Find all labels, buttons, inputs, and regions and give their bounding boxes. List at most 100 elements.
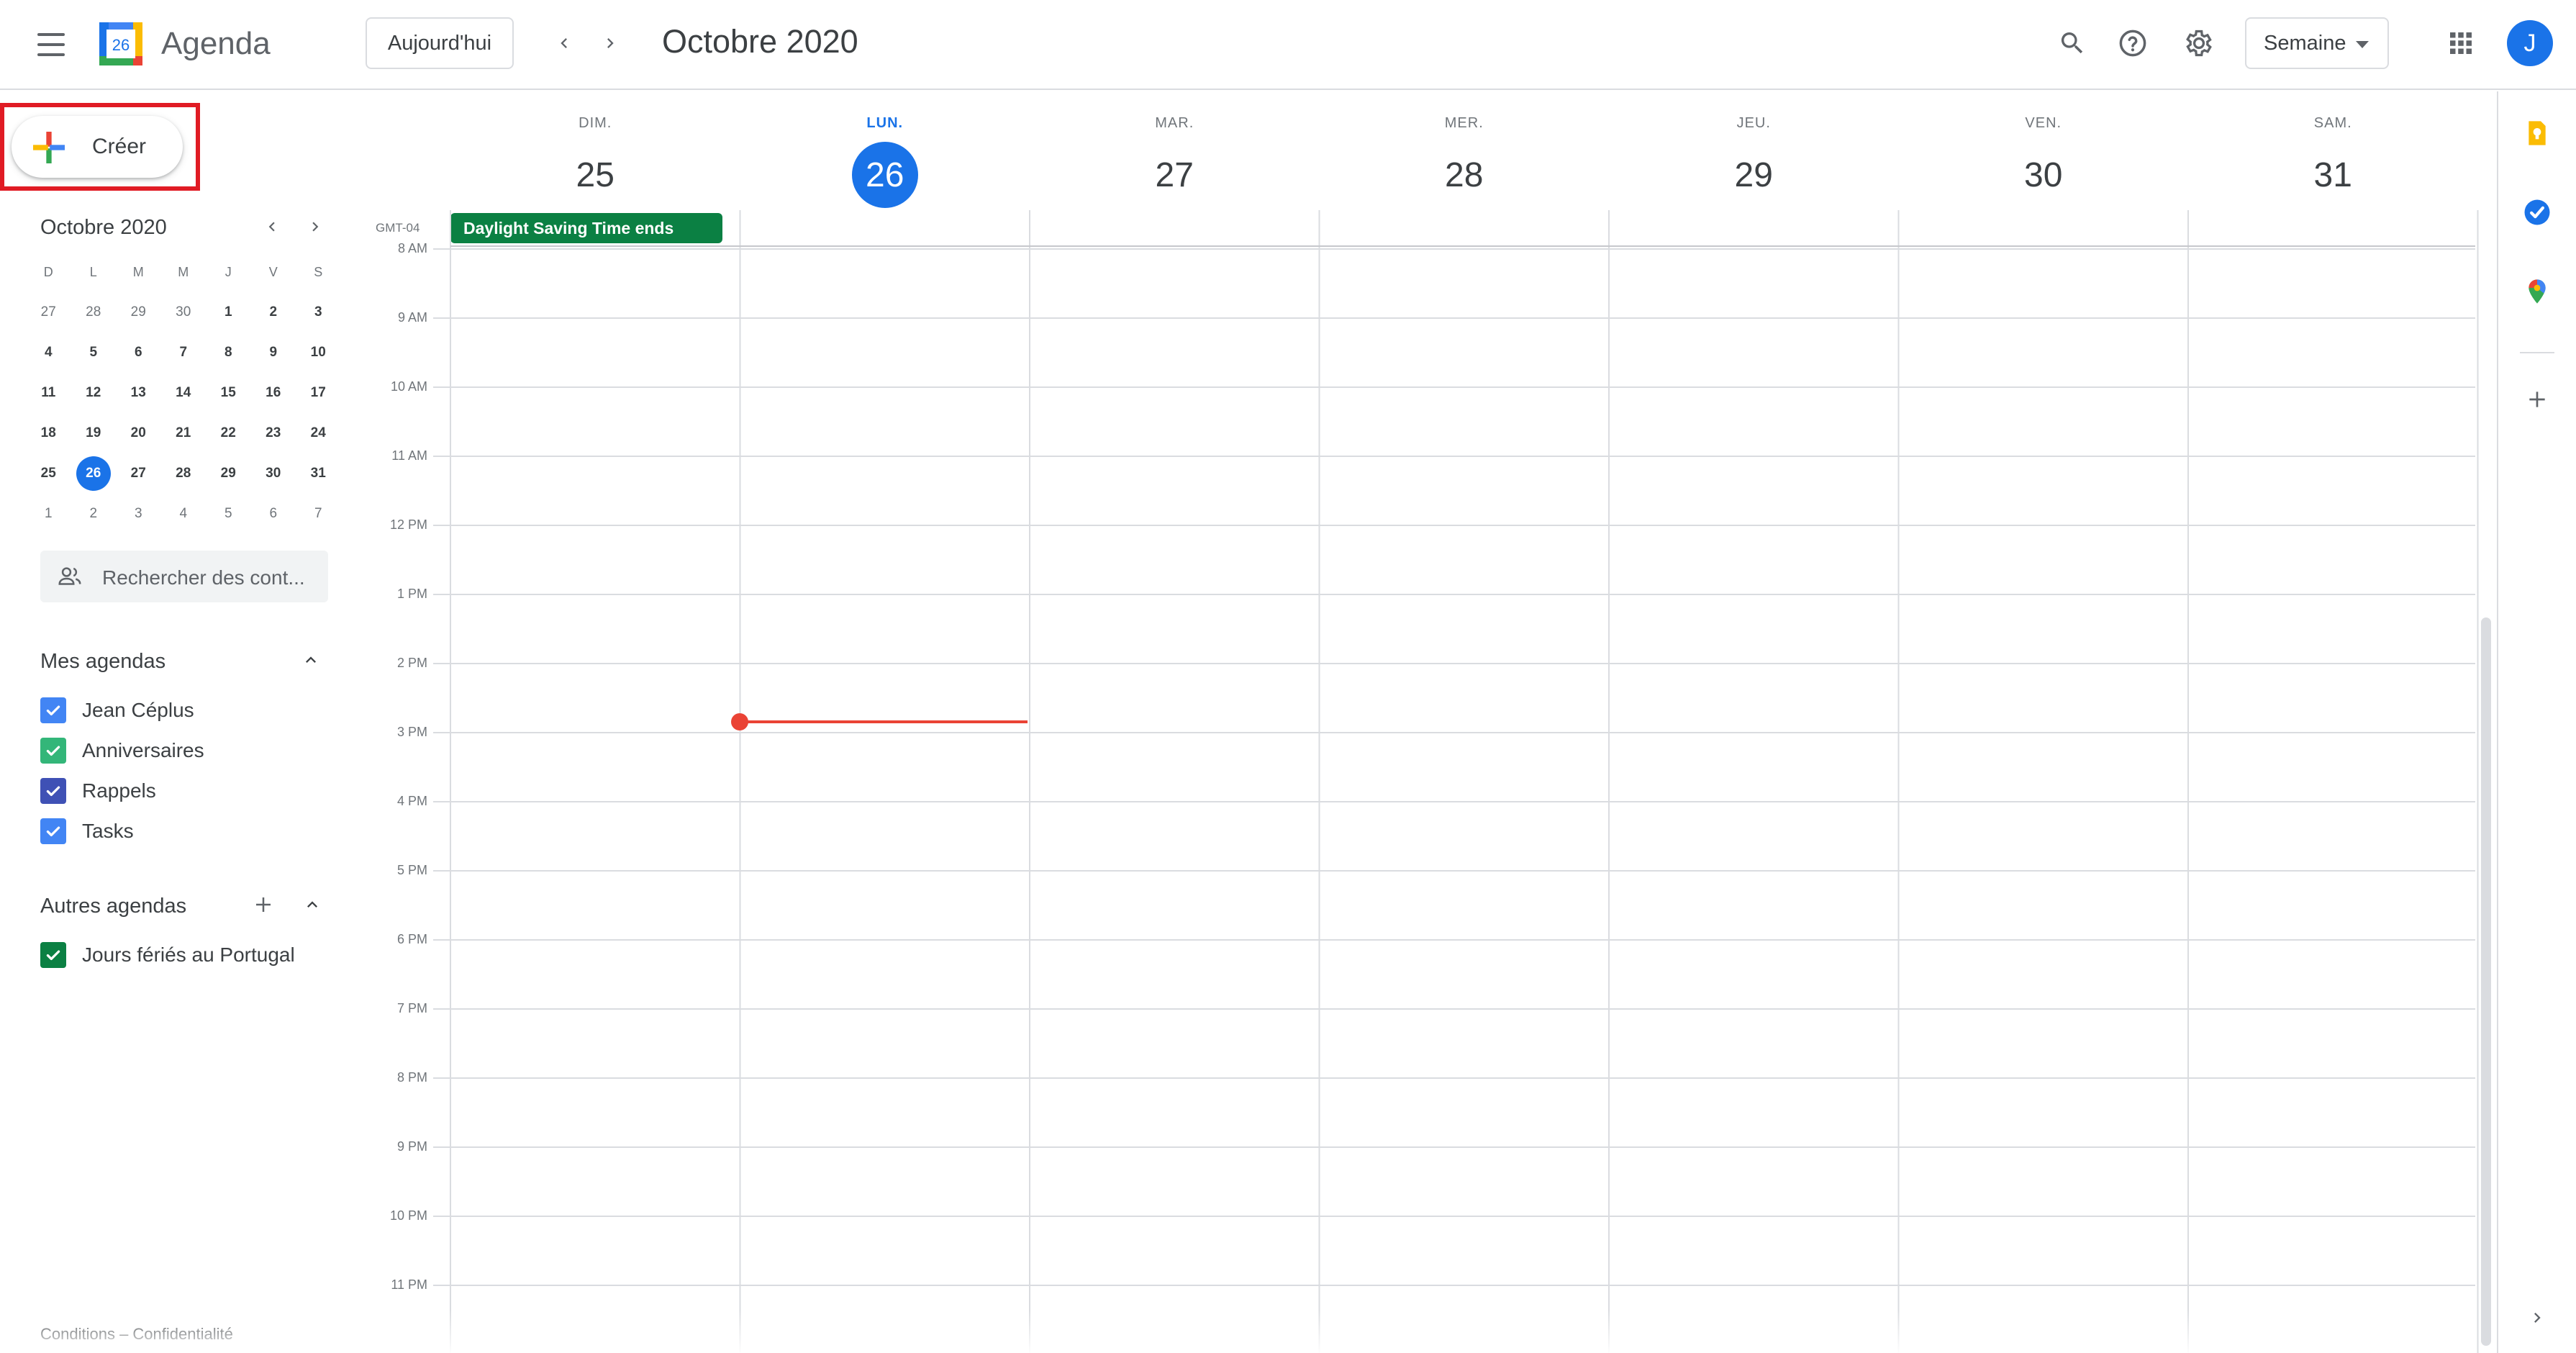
mini-calendar-next-button[interactable] (299, 211, 331, 243)
mini-calendar-today[interactable]: 26 (71, 456, 117, 491)
mini-calendar-day[interactable]: 2 (251, 304, 296, 320)
mini-calendar-day[interactable]: 25 (26, 466, 71, 481)
settings-button[interactable] (2179, 23, 2219, 63)
mini-calendar-day-number: 22 (220, 425, 236, 440)
day-date-number[interactable]: 29 (1720, 142, 1787, 208)
calendar-toggle-item[interactable]: Jean Céplus (40, 694, 194, 726)
checkbox-checked-icon[interactable] (40, 697, 66, 723)
checkbox-checked-icon[interactable] (40, 818, 66, 844)
mini-calendar-day[interactable]: 3 (116, 506, 161, 522)
hour-label: 11 PM (391, 1277, 427, 1292)
mini-calendar-day[interactable]: 9 (251, 345, 296, 361)
previous-week-button[interactable] (545, 24, 583, 62)
create-button[interactable]: Créer (12, 116, 183, 178)
mini-calendar-weekday: S (314, 264, 323, 279)
view-selector-label: Semaine (2264, 31, 2346, 55)
mini-calendar-day[interactable]: 6 (116, 345, 161, 361)
mini-calendar-day[interactable]: 4 (161, 506, 207, 522)
mini-calendar-day[interactable]: 6 (251, 506, 296, 522)
today-button[interactable]: Aujourd'hui (366, 17, 514, 69)
checkbox-checked-icon[interactable] (40, 942, 66, 968)
mini-calendar-day[interactable]: 30 (161, 304, 207, 320)
calendar-name: Tasks (82, 820, 134, 842)
mini-calendar-day[interactable]: 20 (116, 425, 161, 441)
checkbox-checked-icon[interactable] (40, 778, 66, 804)
other-calendars-title[interactable]: Autres agendas (40, 895, 186, 918)
mini-calendar-day[interactable]: 17 (296, 385, 341, 401)
mini-calendar-previous-button[interactable] (256, 211, 288, 243)
my-calendars-title[interactable]: Mes agendas (40, 650, 165, 674)
calendar-toggle-item[interactable]: Anniversaires (40, 735, 204, 766)
mini-calendar-day[interactable]: 7 (161, 345, 207, 361)
maps-button[interactable] (2517, 271, 2557, 312)
allday-event[interactable]: Daylight Saving Time ends (450, 213, 722, 243)
help-icon (2119, 30, 2146, 57)
view-selector[interactable]: Semaine (2245, 17, 2389, 69)
mini-calendar-day[interactable]: 23 (251, 425, 296, 441)
plus-icon (2529, 392, 2545, 407)
mini-calendar-day[interactable]: 8 (206, 345, 251, 361)
help-button[interactable] (2113, 23, 2153, 63)
tasks-button[interactable] (2517, 192, 2557, 232)
calendar-toggle-item[interactable]: Jours fériés au Portugal (40, 939, 295, 971)
day-date-number[interactable]: 25 (562, 142, 628, 208)
calendar-toggle-item[interactable]: Tasks (40, 815, 134, 847)
mini-calendar-day-number: 4 (44, 345, 53, 360)
mini-calendar-day[interactable]: 29 (116, 304, 161, 320)
today-date-number[interactable]: 26 (851, 142, 918, 208)
day-date-number[interactable]: 30 (2010, 142, 2077, 208)
mini-calendar-day[interactable]: 27 (116, 466, 161, 481)
mini-calendar-day[interactable]: 12 (71, 385, 117, 401)
vertical-scrollbar[interactable] (2481, 617, 2491, 1346)
mini-calendar-day[interactable]: 4 (26, 345, 71, 361)
day-date-number[interactable]: 27 (1141, 142, 1207, 208)
mini-calendar-day[interactable]: 28 (71, 304, 117, 320)
mini-calendar-day[interactable]: 10 (296, 345, 341, 361)
mini-calendar-day[interactable]: 22 (206, 425, 251, 441)
mini-calendar-day[interactable]: 27 (26, 304, 71, 320)
mini-calendar-day[interactable]: 11 (26, 385, 71, 401)
keep-button[interactable] (2517, 113, 2557, 153)
terms-privacy-links[interactable]: Conditions – Confidentialité (40, 1325, 233, 1344)
mini-calendar-day[interactable]: 2 (71, 506, 117, 522)
mini-calendar-day[interactable]: 5 (206, 506, 251, 522)
mini-calendar-day[interactable]: 14 (161, 385, 207, 401)
search-people-input[interactable]: Rechercher des cont... (40, 551, 328, 602)
mini-calendar-day[interactable]: 19 (71, 425, 117, 441)
search-button[interactable] (2052, 23, 2092, 63)
create-button-label: Créer (92, 135, 147, 158)
mini-calendar-day[interactable]: 18 (26, 425, 71, 441)
day-date-number[interactable]: 31 (2300, 142, 2366, 208)
mini-calendar-day[interactable]: 21 (161, 425, 207, 441)
apps-launcher-button[interactable] (2441, 23, 2481, 63)
top-app-bar: 26 Agenda Aujourd'hui Octobre 2020 Semai… (0, 0, 2576, 90)
mini-calendar-day[interactable]: 16 (251, 385, 296, 401)
collapse-other-calendars-button[interactable] (298, 890, 327, 919)
day-date-number[interactable]: 28 (1431, 142, 1497, 208)
checkbox-checked-icon[interactable] (40, 738, 66, 764)
collapse-my-calendars-button[interactable] (296, 646, 325, 674)
calendar-logo-icon[interactable]: 26 (97, 20, 145, 68)
mini-calendar-day[interactable]: 5 (71, 345, 117, 361)
mini-calendar-day[interactable]: 24 (296, 425, 341, 441)
mini-calendar-day-number: 14 (176, 385, 191, 400)
mini-calendar-day[interactable]: 3 (296, 304, 341, 320)
mini-calendar-day[interactable]: 28 (161, 466, 207, 481)
main-menu-icon[interactable] (30, 27, 73, 62)
calendar-toggle-item[interactable]: Rappels (40, 775, 156, 807)
mini-calendar-day[interactable]: 7 (296, 506, 341, 522)
mini-calendar-day[interactable]: 15 (206, 385, 251, 401)
get-addons-button[interactable] (2517, 379, 2557, 420)
mini-calendar-day[interactable]: 1 (26, 506, 71, 522)
mini-calendar-day[interactable]: 30 (251, 466, 296, 481)
next-week-button[interactable] (591, 24, 629, 62)
mini-calendar-day[interactable]: 29 (206, 466, 251, 481)
app-title[interactable]: Agenda (161, 26, 271, 62)
account-avatar[interactable]: J (2507, 20, 2553, 66)
mini-calendar-day[interactable]: 31 (296, 466, 341, 481)
day-of-week-label: MER. (1444, 115, 1484, 131)
show-side-panel-button[interactable] (2517, 1298, 2557, 1338)
mini-calendar-day[interactable]: 1 (206, 304, 251, 320)
mini-calendar-day[interactable]: 13 (116, 385, 161, 401)
add-other-calendar-button[interactable] (249, 890, 278, 919)
